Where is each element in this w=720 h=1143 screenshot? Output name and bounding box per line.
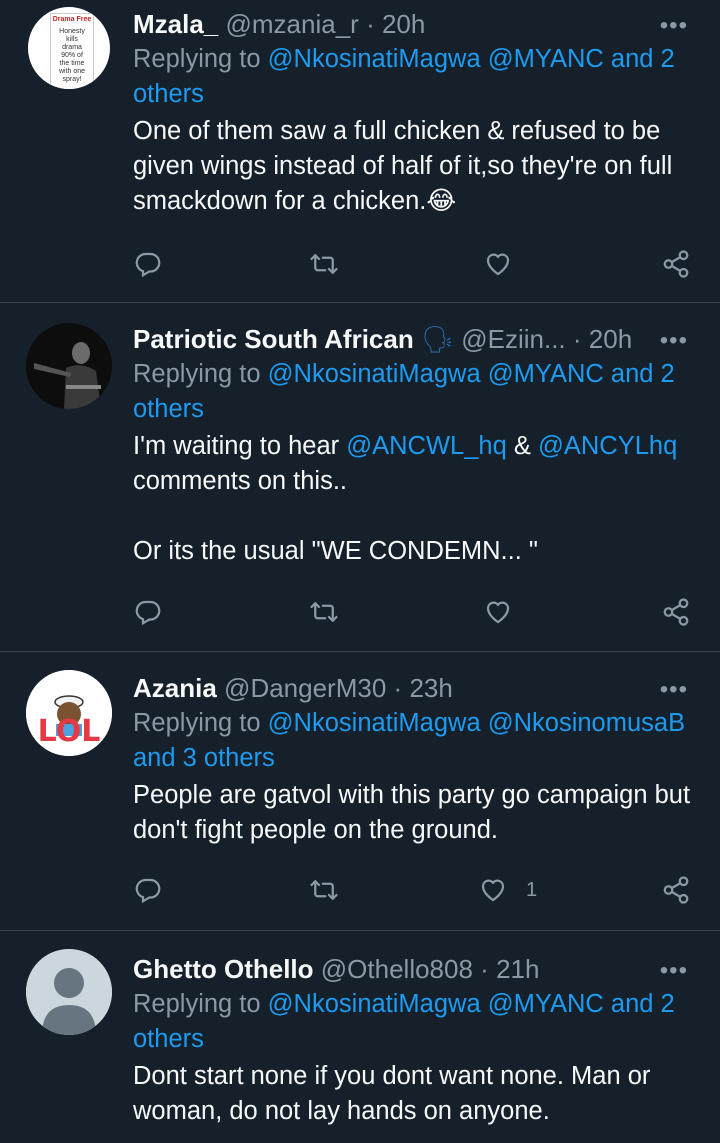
more-icon[interactable]: ••• xyxy=(660,327,688,355)
avatar-label: the time xyxy=(59,60,85,67)
separator-dot: · xyxy=(393,673,403,703)
like-icon xyxy=(481,879,505,902)
replying-to: Replying to @NkosinatiMagwa @MYANC and 2… xyxy=(133,987,693,1057)
more-icon[interactable]: ••• xyxy=(660,957,688,985)
retweet-button[interactable] xyxy=(309,870,339,910)
tweet-text: One of them saw a full chicken & refused… xyxy=(133,117,673,215)
replying-prefix: Replying to xyxy=(133,45,261,73)
divider xyxy=(0,651,720,652)
separator-dot: · xyxy=(480,954,489,984)
display-name[interactable]: Azania xyxy=(133,673,217,703)
tweet-text: I'm waiting to hear @ANCWL_hq & @ANCYLhq… xyxy=(133,429,693,569)
replying-to: Replying to @NkosinatiMagwa @Nkosinomusa… xyxy=(133,706,693,776)
reply-icon xyxy=(135,600,161,626)
more-icon[interactable]: ••• xyxy=(660,12,688,40)
speaking-head-icon: 🗣 xyxy=(420,324,454,354)
tweet-text-part: & xyxy=(513,432,531,460)
share-icon xyxy=(663,250,689,278)
share-icon xyxy=(663,876,689,904)
avatar-label: drama xyxy=(62,44,82,51)
avatar-label: with one xyxy=(58,68,86,75)
reply-button[interactable] xyxy=(133,592,163,632)
timestamp[interactable]: 20h xyxy=(382,9,425,39)
separator-dot: · xyxy=(366,9,375,39)
replying-prefix: Replying to xyxy=(133,709,261,737)
share-button[interactable] xyxy=(661,592,691,632)
share-button[interactable] xyxy=(661,870,691,910)
default-avatar-icon xyxy=(26,949,112,1035)
retweet-icon xyxy=(310,880,338,900)
tweet-header: Mzala_ @mzania_r · 20h xyxy=(133,8,693,42)
display-name[interactable]: Mzala_ xyxy=(133,9,218,39)
display-name[interactable]: Patriotic South African xyxy=(133,324,414,354)
avatar[interactable]: LOL xyxy=(26,670,112,756)
like-button[interactable] xyxy=(483,592,523,632)
share-icon xyxy=(663,598,689,626)
tweet-actions xyxy=(133,244,693,284)
mention-link[interactable]: @ANCYLhq xyxy=(538,432,677,460)
like-button[interactable]: 1 xyxy=(478,870,537,910)
replying-prefix: Replying to xyxy=(133,990,261,1018)
replying-prefix: Replying to xyxy=(133,360,261,388)
replying-to: Replying to @NkosinatiMagwa @MYANC and 2… xyxy=(133,357,693,427)
mention-link[interactable]: @ANCWL_hq xyxy=(346,432,507,460)
display-name[interactable]: Ghetto Othello xyxy=(133,954,314,984)
user-handle[interactable]: @Othello808 xyxy=(321,954,473,984)
tweet-text-part: Or its the usual "WE CONDEMN... " xyxy=(133,537,538,565)
avatar[interactable]: Drama Free Honesty kills drama 90% of th… xyxy=(26,5,112,91)
timestamp[interactable]: 20h xyxy=(589,324,632,354)
avatar[interactable] xyxy=(26,323,112,409)
tweet-text: People are gatvol with this party go cam… xyxy=(133,781,691,844)
like-button[interactable] xyxy=(483,244,523,284)
like-count: 1 xyxy=(526,878,538,901)
reply-icon xyxy=(135,878,161,904)
reply-button[interactable] xyxy=(133,244,163,284)
share-button[interactable] xyxy=(661,244,691,284)
avatar-label: spray! xyxy=(62,76,82,83)
reply-icon xyxy=(135,252,161,278)
reply-button[interactable] xyxy=(133,870,163,910)
like-icon xyxy=(486,253,510,276)
retweet-icon xyxy=(310,254,338,274)
avatar-label: Drama Free xyxy=(52,16,92,23)
tweet-text-part: I'm waiting to hear xyxy=(133,432,340,460)
user-handle[interactable]: @mzania_r xyxy=(226,9,359,39)
retweet-button[interactable] xyxy=(309,244,339,284)
tweet-header: Patriotic South African 🗣 @Eziin... · 20… xyxy=(133,323,693,357)
tweet-text: Dont start none if you dont want none. M… xyxy=(133,1062,651,1125)
avatar-label: 90% of xyxy=(61,52,83,59)
avatar-photo xyxy=(26,323,112,409)
tweet-text-part: comments on this.. xyxy=(133,467,347,495)
replying-to: Replying to @NkosinatiMagwa @MYANC and 2… xyxy=(133,42,693,112)
more-icon[interactable]: ••• xyxy=(660,676,688,704)
user-handle[interactable]: @DangerM30 xyxy=(224,673,386,703)
tweet-actions: 1 xyxy=(133,870,693,910)
timestamp[interactable]: 21h xyxy=(496,954,539,984)
avatar-label: LOL xyxy=(37,714,101,749)
avatar[interactable] xyxy=(26,949,112,1035)
like-icon xyxy=(486,601,510,624)
user-handle[interactable]: @Eziin... xyxy=(461,324,565,354)
avatar-label: kills xyxy=(66,36,78,43)
divider xyxy=(0,302,720,303)
tweet-actions xyxy=(133,592,693,632)
tweet-header: Azania @DangerM30 · 23h xyxy=(133,672,693,706)
timestamp[interactable]: 23h xyxy=(409,673,452,703)
retweet-icon xyxy=(310,602,338,622)
divider xyxy=(0,930,720,931)
retweet-button[interactable] xyxy=(309,592,339,632)
avatar-label: Honesty xyxy=(59,28,85,35)
separator-dot: · xyxy=(572,324,582,354)
tweet-header: Ghetto Othello @Othello808 · 21h xyxy=(133,953,693,987)
